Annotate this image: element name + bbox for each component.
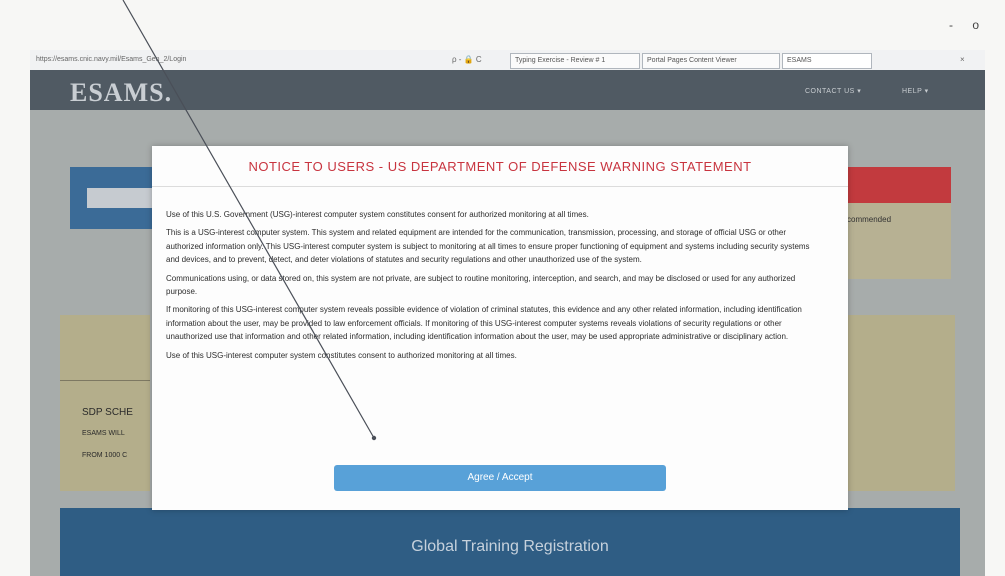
- pointer-annotation: [122, 0, 377, 441]
- pointer-line: [122, 0, 375, 439]
- pointer-tip: [371, 435, 377, 441]
